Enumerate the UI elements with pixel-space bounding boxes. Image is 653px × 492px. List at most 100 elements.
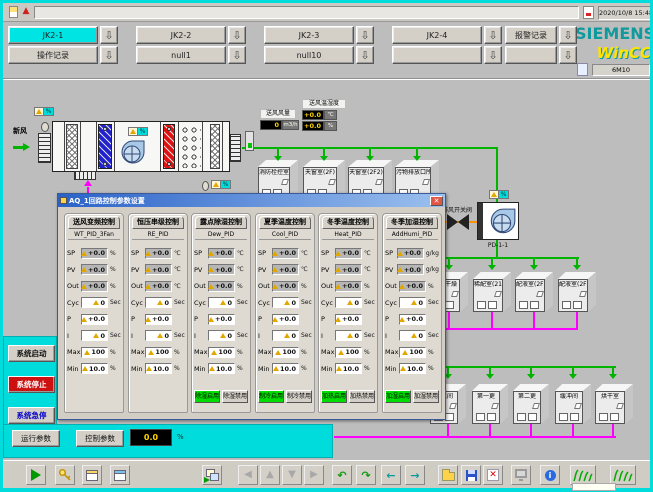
pid-value-field[interactable]: +0.0 [335,248,362,259]
nav-button-JK2-3[interactable]: JK2-3 [264,26,354,44]
nav-button-null1[interactable]: null1 [136,46,226,64]
toolbar-monitor-button[interactable] [511,465,531,485]
pid-value-field[interactable]: 0 [399,297,426,308]
pid-value-field[interactable]: 0 [272,330,299,341]
pid-value-field[interactable]: +0.0 [81,314,108,325]
toolbar-delete-picture-button[interactable]: ✕ [483,465,503,485]
toolbar-runtime-language-2-button[interactable] [610,465,636,485]
pid-value-field[interactable]: +0.0 [208,264,235,275]
exhaust-valve-icon[interactable] [447,214,469,230]
toolbar-picture-properties-button[interactable] [110,465,130,485]
pid-value-field[interactable]: +0.0 [272,248,299,259]
button-加热启用[interactable]: 加热启用 [321,390,347,403]
room-box[interactable]: 配液室(2F4) [558,272,596,312]
pid-value-field[interactable]: +0.0 [272,314,299,325]
pid-value-field[interactable]: 0 [399,330,426,341]
toolbar-nav-up-button[interactable]: ▲ [260,465,280,485]
pid-value-field[interactable]: +0.0 [145,264,172,275]
pid-value-field[interactable]: 0 [208,330,235,341]
system-estop-button[interactable]: 系统急停 [8,407,55,424]
run-params-button[interactable]: 运行参数 [12,430,60,447]
pid-value-field[interactable]: 10.0 [208,363,235,374]
nav-button-blank-1-4[interactable] [505,46,557,64]
toolbar-info-button[interactable]: i [540,465,560,485]
toolbar-save-picture-button[interactable] [461,465,481,485]
button-加热禁用[interactable]: 加热禁用 [349,390,375,403]
system-stop-button[interactable]: 系统停止 [8,376,55,393]
room-box[interactable]: 烘干室 [595,384,633,424]
nav-arrow-icon-1-1[interactable]: ⇩ [228,46,246,64]
pid-value-field[interactable]: 10.0 [81,363,108,374]
alarm-icon[interactable]: ▲ [21,5,31,18]
pid-value-field[interactable]: 100 [272,347,299,358]
system-start-button[interactable]: 系统启动 [8,345,55,362]
nav-arrow-icon-1-2[interactable]: ⇩ [356,46,374,64]
pid-value-field[interactable]: 10.0 [335,363,362,374]
nav-arrow-icon-1-0[interactable]: ⇩ [100,46,118,64]
nav-button-JK2-1[interactable]: JK2-1 [8,26,98,44]
pid-value-field[interactable]: +0.0 [272,264,299,275]
nav-button-报警记录[interactable]: 报警记录 [505,26,557,44]
button-除湿禁用[interactable]: 除湿禁用 [222,390,248,403]
pid-value-field[interactable]: +0.0 [272,281,299,292]
pid-value-field[interactable]: +0.0 [335,264,362,275]
room-box[interactable]: 缓冲间 [555,384,591,424]
nav-button-JK2-4[interactable]: JK2-4 [392,26,482,44]
nav-arrow-icon-0-3[interactable]: ⇩ [484,26,502,44]
close-icon[interactable]: ✕ [430,196,443,206]
pid-value-field[interactable]: 100 [335,347,362,358]
status-icon[interactable] [583,6,594,19]
toolbar-key-button[interactable] [55,465,75,485]
pid-value-field[interactable]: 10.0 [145,363,172,374]
nav-button-blank-1-3[interactable] [392,46,482,64]
button-加湿启用[interactable]: 加湿启用 [385,390,411,403]
popup-titlebar[interactable]: AQ_1回路控制参数设置 ✕ [58,194,445,207]
toolbar-project-pictures-button[interactable] [82,465,102,485]
nav-arrow-icon-1-3[interactable]: ⇩ [484,46,502,64]
pid-value-field[interactable]: 0 [335,297,362,308]
pid-value-field[interactable]: +0.0 [399,281,426,292]
button-除湿启用[interactable]: 除湿启用 [194,390,220,403]
toolbar-nav-down-button[interactable]: ▼ [282,465,302,485]
nav-arrow-icon-0-2[interactable]: ⇩ [356,26,374,44]
nav-button-null10[interactable]: null10 [264,46,354,64]
toolbar-nav-left-button[interactable]: ◀ [238,465,258,485]
button-制冷启用[interactable]: 制冷启用 [258,390,284,403]
toolbar-redo-button[interactable]: ↷ [356,465,376,485]
pid-value-field[interactable]: 0 [335,330,362,341]
picture-doc-icon[interactable] [577,63,588,76]
toolbar-activate-runtime-button[interactable] [26,465,46,485]
toolbar-forward-button[interactable]: → [405,465,425,485]
pid-value-field[interactable]: 0 [145,330,172,341]
pid-value-field[interactable]: 0 [208,297,235,308]
nav-arrow-icon-0-1[interactable]: ⇩ [228,26,246,44]
nav-arrow-icon-0-4[interactable]: ⇩ [559,26,577,44]
pid-value-field[interactable]: 100 [399,347,426,358]
toolbar-open-picture-button[interactable] [438,465,458,485]
room-box[interactable]: 配液室(2F1) [515,272,553,312]
pid-value-field[interactable]: +0.0 [399,314,426,325]
pid-value-field[interactable]: +0.0 [145,248,172,259]
room-box[interactable]: 第一更 [472,384,508,424]
control-params-button[interactable]: 控制参数 [76,430,124,447]
button-制冷禁用[interactable]: 制冷禁用 [286,390,312,403]
pid-value-field[interactable]: 100 [145,347,172,358]
pid-value-field[interactable]: +0.0 [397,248,424,259]
pid-value-field[interactable]: 10.0 [399,363,426,374]
pid-value-field[interactable]: 100 [81,347,108,358]
intake-damper[interactable] [38,133,51,163]
pid-value-field[interactable]: 0 [81,297,108,308]
pid-value-field[interactable]: 10.0 [272,363,299,374]
pid-value-field[interactable]: +0.0 [81,248,108,259]
room-box[interactable]: 第二更 [513,384,549,424]
pid-value-field[interactable]: +0.0 [208,248,235,259]
nav-arrow-icon-0-0[interactable]: ⇩ [100,26,118,44]
pid-value-field[interactable]: +0.0 [335,281,362,292]
pid-value-field[interactable]: +0.0 [208,281,235,292]
nav-arrow-icon-1-4[interactable]: ⇩ [559,46,577,64]
room-box[interactable]: 稀配室(213) [473,272,511,312]
toolbar-runtime-language-1-button[interactable] [570,465,596,485]
pid-value-field[interactable]: +0.0 [335,314,362,325]
toolbar-nav-right-button[interactable]: ▶ [304,465,324,485]
nav-button-操作记录[interactable]: 操作记录 [8,46,98,64]
